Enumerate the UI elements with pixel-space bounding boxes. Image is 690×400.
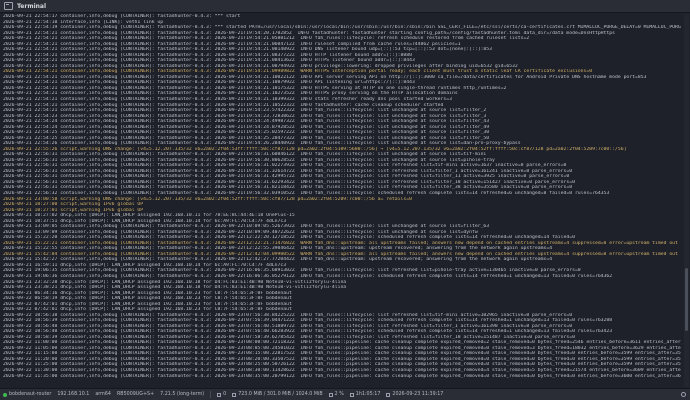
- log-line: 2026-09-21 22:54:19 container,info,debug…: [3, 25, 681, 31]
- window-title: Terminal: [17, 2, 47, 10]
- router-host: bobdenaut-router: [9, 392, 52, 397]
- date-status: 2026-09-23 11:39:17: [386, 392, 443, 397]
- log-line: 2026-09-21 19:06:36 container,info,debug…: [3, 273, 613, 279]
- window-titlebar: Terminal: [0, 0, 690, 13]
- status-divider: [210, 391, 212, 398]
- log-line: 2026-09-22 11:35:00 container,info,debug…: [3, 373, 681, 379]
- time-value: 1h1:05:17: [355, 392, 381, 397]
- router-version: 7.21.5 (long-term): [160, 392, 205, 397]
- router-address: 192.168.10.1: [57, 392, 90, 397]
- uptime-status: 0: [217, 392, 226, 397]
- memory-value: 723.0 MiB / 301.0 MiB / 1024.0 MiB: [238, 392, 323, 397]
- router-arch: arm64: [95, 392, 111, 397]
- uptime-value: 0: [223, 392, 227, 397]
- log-line: 2026-09-22 10:56:39 container,info,debug…: [3, 318, 613, 324]
- status-actions: [681, 392, 686, 397]
- vertical-scrollbar[interactable]: [684, 14, 689, 387]
- log-line: 2026-09-21 22:56:32 container,info,debug…: [3, 191, 610, 196]
- clock-icon: [349, 392, 354, 397]
- terminal-output[interactable]: 2026-09-21 22:54:17 container,info,debug…: [3, 14, 681, 387]
- settings-gear-icon[interactable]: [681, 392, 686, 397]
- router-board: RB5009UG+S+: [116, 392, 155, 397]
- host-status: bobdenaut-router: [3, 392, 51, 397]
- log-line: 2026-09-22 10:56:40 container,info,debug…: [3, 329, 613, 335]
- calendar-icon: [386, 392, 391, 397]
- terminal-icon: [4, 2, 13, 10]
- log-line: 2026-09-22 11:30:00 container,info,debug…: [3, 368, 681, 373]
- memory-icon: [232, 392, 237, 397]
- cpu-icon: [328, 392, 333, 397]
- cpu-status: 2 %: [328, 392, 344, 397]
- memory-status: 723.0 MiB / 301.0 MiB / 1024.0 MiB: [232, 392, 323, 397]
- scrollbar-thumb[interactable]: [685, 267, 688, 332]
- status-bar: bobdenaut-router 192.168.10.1 arm64 RB50…: [0, 388, 690, 400]
- uptime-icon: [217, 392, 222, 397]
- online-indicator-icon: [3, 392, 7, 397]
- time-status: 1h1:05:17: [349, 392, 381, 397]
- date-value: 2026-09-23 11:39:17: [392, 392, 444, 397]
- cpu-value: 2 %: [334, 392, 344, 397]
